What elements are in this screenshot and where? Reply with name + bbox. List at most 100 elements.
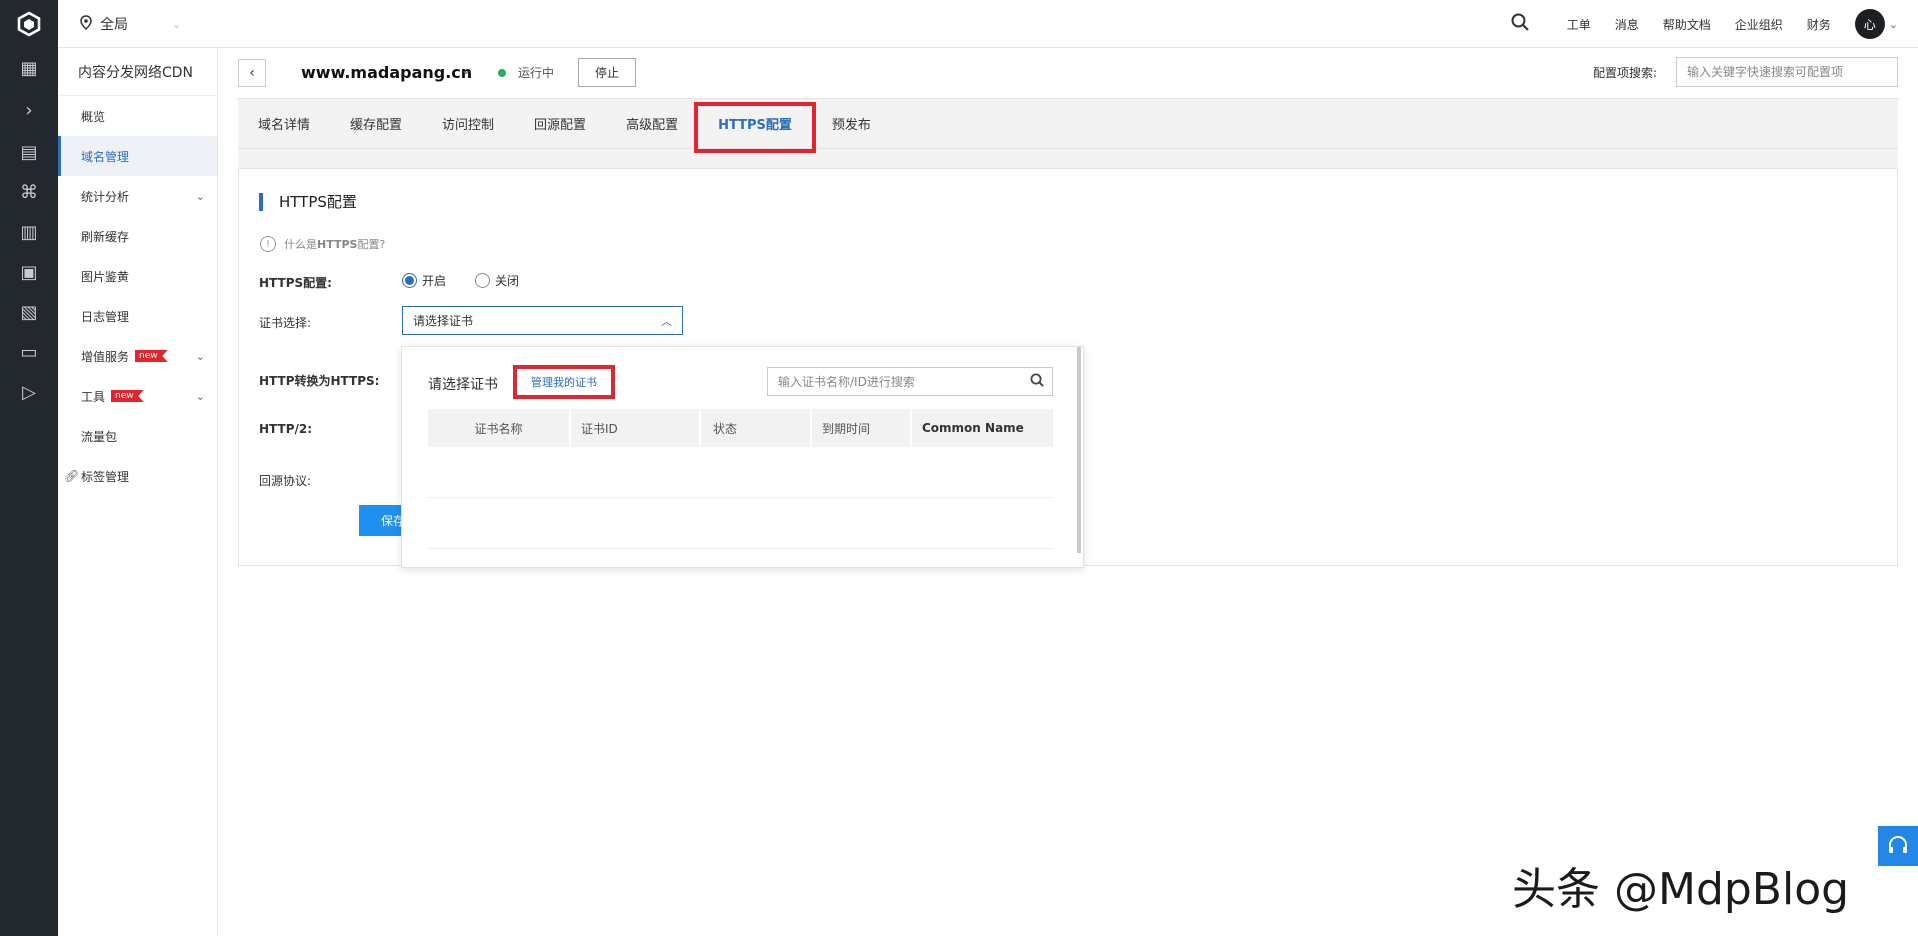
popup-title: 请选择证书 — [428, 377, 498, 393]
chevron-down-icon: ⌄ — [195, 389, 205, 403]
new-badge: new — [135, 350, 168, 362]
divider — [428, 548, 1053, 549]
dashboard-icon[interactable]: ▤ — [0, 132, 58, 172]
sidebar-item-logs[interactable]: 日志管理 — [58, 296, 217, 336]
command-icon[interactable]: ⌘ — [0, 172, 58, 212]
tab-pre-release[interactable]: 预发布 — [812, 99, 891, 149]
cert-select[interactable]: 请选择证书 ︿ — [402, 306, 683, 335]
nav-finance[interactable]: 财务 — [1807, 16, 1831, 33]
stop-button[interactable]: 停止 — [578, 58, 636, 87]
sidebar-item-tools[interactable]: 工具 new ⌄ — [58, 376, 217, 416]
cert-select-value: 请选择证书 — [413, 314, 474, 328]
cert-search-input[interactable] — [768, 368, 1008, 395]
redirect-label-b: HTTPS: — [330, 374, 380, 388]
http2-label-text: HTTP/2: — [259, 422, 313, 436]
sidebar-item-value-added[interactable]: 增值服务 new ⌄ — [58, 336, 217, 376]
col-status: 状态 — [701, 409, 812, 447]
sidebar-item-overview[interactable]: 概览 — [58, 96, 217, 136]
info-icon: ! — [260, 236, 276, 252]
nav-ticket[interactable]: 工单 — [1567, 16, 1591, 33]
region-selector[interactable]: 全局 ⌄ — [80, 0, 181, 48]
scrollbar[interactable] — [1077, 347, 1081, 553]
nav-help-docs[interactable]: 帮助文档 — [1663, 16, 1711, 33]
radio-on[interactable]: 开启 — [402, 272, 446, 289]
https-label: HTTPS配置: — [259, 274, 332, 291]
status-badge: 运行中 — [518, 66, 555, 80]
sidebar-item-image-moderation[interactable]: 图片鉴黄 — [58, 256, 217, 296]
domain-name: www.madapang.cn — [301, 63, 473, 82]
top-bar: 全局 ⌄ 工单 消息 帮助文档 企业组织 财务 心 ⌄ — [58, 0, 1918, 48]
sidebar-item-label: 标签管理 — [81, 469, 130, 484]
help-link[interactable]: ! 什么是HTTPS配置? — [260, 236, 385, 252]
config-search-input[interactable] — [1676, 57, 1898, 87]
config-search-label: 配置项搜索: — [1592, 66, 1657, 80]
region-label: 全局 — [100, 17, 128, 33]
sidebar-item-label: 刷新缓存 — [81, 229, 130, 244]
location-pin-icon — [80, 14, 92, 34]
sidebar-item-tag-management[interactable]: 🔗︎ 标签管理 — [58, 456, 217, 496]
chevron-right-icon[interactable]: › — [0, 88, 58, 132]
sidebar-item-traffic-package[interactable]: 流量包 — [58, 416, 217, 456]
tab-origin-config[interactable]: 回源配置 — [514, 99, 606, 149]
play-icon[interactable]: ▷ — [0, 372, 58, 412]
search-icon[interactable] — [1511, 12, 1529, 36]
tab-access-control[interactable]: 访问控制 — [422, 99, 514, 149]
chevron-down-icon[interactable]: ⌄ — [461, 63, 471, 77]
tab-advanced-config[interactable]: 高级配置 — [606, 99, 698, 149]
redirect-label: HTTP转换为HTTPS: — [259, 372, 379, 389]
sidebar-item-domain-management[interactable]: 域名管理 — [58, 136, 217, 176]
col-common-name: Common Name — [922, 421, 1024, 435]
main-content: ‹ www.madapang.cn ⌄ 运行中 停止 配置项搜索: 域名详情 缓… — [219, 48, 1918, 936]
origin-protocol-label: 回源协议: — [259, 474, 312, 488]
video-icon[interactable]: ▭ — [0, 332, 58, 372]
chevron-down-icon[interactable]: ⌄ — [1889, 18, 1898, 31]
new-badge: new — [111, 390, 144, 402]
radio-circle-checked[interactable] — [402, 273, 417, 288]
radio-off-label: 关闭 — [495, 274, 520, 288]
sidebar-item-refresh-cache[interactable]: 刷新缓存 — [58, 216, 217, 256]
tab-domain-details[interactable]: 域名详情 — [238, 99, 330, 149]
sidebar-item-label: 统计分析 — [81, 189, 130, 204]
radio-circle[interactable] — [475, 273, 490, 288]
highlight-box — [694, 101, 816, 153]
radio-on-label: 开启 — [422, 274, 447, 288]
headset-icon[interactable] — [1878, 826, 1918, 866]
nav-organization[interactable]: 企业组织 — [1735, 16, 1783, 33]
help-bold: HTTPS — [317, 238, 358, 251]
tab-bar: 域名详情 缓存配置 访问控制 回源配置 高级配置 HTTPS配置 预发布 — [238, 99, 1898, 153]
sidebar: 内容分发网络CDN 概览 域名管理 统计分析 ⌄ 刷新缓存 图片鉴黄 日志管理 增… — [58, 48, 218, 936]
cert-label: 证书选择: — [259, 316, 312, 330]
col-expiry: 到期时间 — [812, 409, 912, 447]
back-button[interactable]: ‹ — [238, 59, 266, 87]
grid-icon[interactable]: ▦ — [0, 48, 58, 88]
chevron-down-icon: ⌄ — [195, 349, 205, 363]
redirect-label-a: HTTP转换为 — [259, 374, 331, 388]
tab-https-config[interactable]: HTTPS配置 — [694, 99, 816, 153]
tab-cache-config[interactable]: 缓存配置 — [330, 99, 422, 149]
help-prefix: 什么是 — [284, 238, 317, 251]
sidebar-item-label: 域名管理 — [81, 149, 130, 164]
cert-popup: 请选择证书 管理我的证书 证书名称 证书ID 状态 到期时间 Common Na… — [401, 346, 1084, 568]
logo-icon[interactable] — [0, 0, 58, 48]
manage-certs-link[interactable]: 管理我的证书 — [513, 365, 615, 399]
chevron-down-icon: ⌄ — [172, 17, 182, 31]
cert-search-box — [767, 367, 1053, 396]
document-icon[interactable]: ▣ — [0, 252, 58, 292]
sidebar-item-statistics[interactable]: 统计分析 ⌄ — [58, 176, 217, 216]
panel-title: HTTPS配置 — [259, 193, 357, 211]
help-suffix: 配置? — [357, 238, 386, 251]
chevron-left-icon: ‹ — [249, 65, 255, 81]
building-icon[interactable]: ▥ — [0, 212, 58, 252]
sidebar-item-label: 增值服务 — [81, 349, 130, 364]
status-dot — [498, 69, 506, 77]
radio-off[interactable]: 关闭 — [475, 272, 519, 289]
search-icon[interactable] — [1030, 373, 1044, 391]
help-text: 什么是HTTPS配置? — [284, 236, 385, 252]
nav-messages[interactable]: 消息 — [1615, 16, 1639, 33]
https-label-text: HTTPS配置: — [259, 276, 332, 290]
avatar[interactable]: 心 — [1854, 9, 1885, 39]
book-icon[interactable]: ▧ — [0, 292, 58, 332]
sidebar-title: 内容分发网络CDN — [58, 48, 217, 96]
sidebar-item-label: 日志管理 — [81, 309, 130, 324]
col-cert-id: 证书ID — [571, 409, 701, 447]
